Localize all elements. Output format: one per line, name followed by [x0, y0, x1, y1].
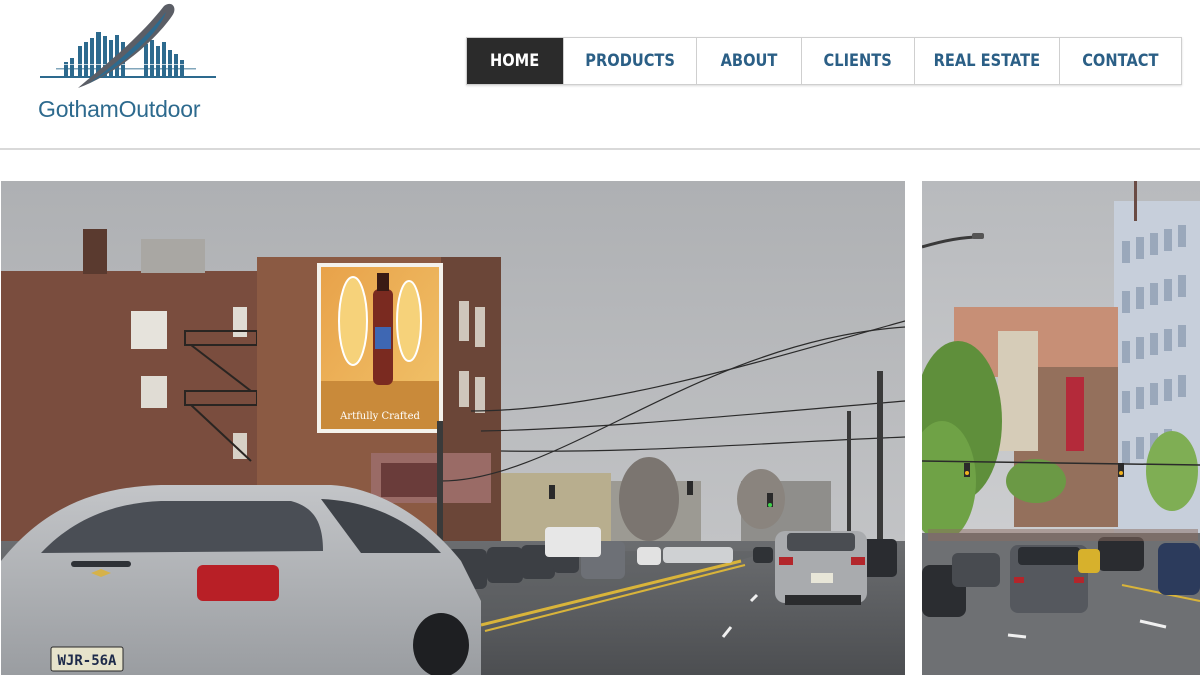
nav-contact-label: CONTACT [1082, 51, 1159, 71]
gallery-photo-side[interactable] [922, 181, 1200, 675]
nav-home-label: HOME [490, 51, 540, 71]
street-billboard-photo: Artfully Crafted WJR-56A [1, 181, 905, 675]
nav-clients[interactable]: CLIENTS [802, 38, 915, 84]
nav-clients-label: CLIENTS [823, 51, 893, 71]
site-header: GothamOutdoor HOME PRODUCTS ABOUT CLIENT… [0, 0, 1200, 150]
main-nav: HOME PRODUCTS ABOUT CLIENTS REAL ESTATE … [466, 37, 1182, 85]
license-plate-text: WJR-56A [57, 653, 117, 669]
billboard-text: Artfully Crafted [339, 411, 420, 422]
logo-link[interactable]: GothamOutdoor [36, 2, 226, 124]
nav-about[interactable]: ABOUT [697, 38, 802, 84]
gallery-photo-main[interactable]: Artfully Crafted WJR-56A [1, 181, 905, 675]
header-divider [0, 148, 1200, 150]
nav-real-estate[interactable]: REAL ESTATE [915, 38, 1060, 84]
street-traffic-photo [922, 181, 1200, 675]
nav-products-label: PRODUCTS [585, 51, 675, 71]
nav-real-estate-label: REAL ESTATE [933, 51, 1041, 71]
nav-products[interactable]: PRODUCTS [564, 38, 697, 84]
nav-about-label: ABOUT [720, 51, 778, 71]
nav-contact[interactable]: CONTACT [1060, 38, 1181, 84]
logo-text: GothamOutdoor [38, 96, 201, 122]
skyline-swoosh-icon [40, 3, 216, 89]
nav-home[interactable]: HOME [467, 38, 564, 84]
